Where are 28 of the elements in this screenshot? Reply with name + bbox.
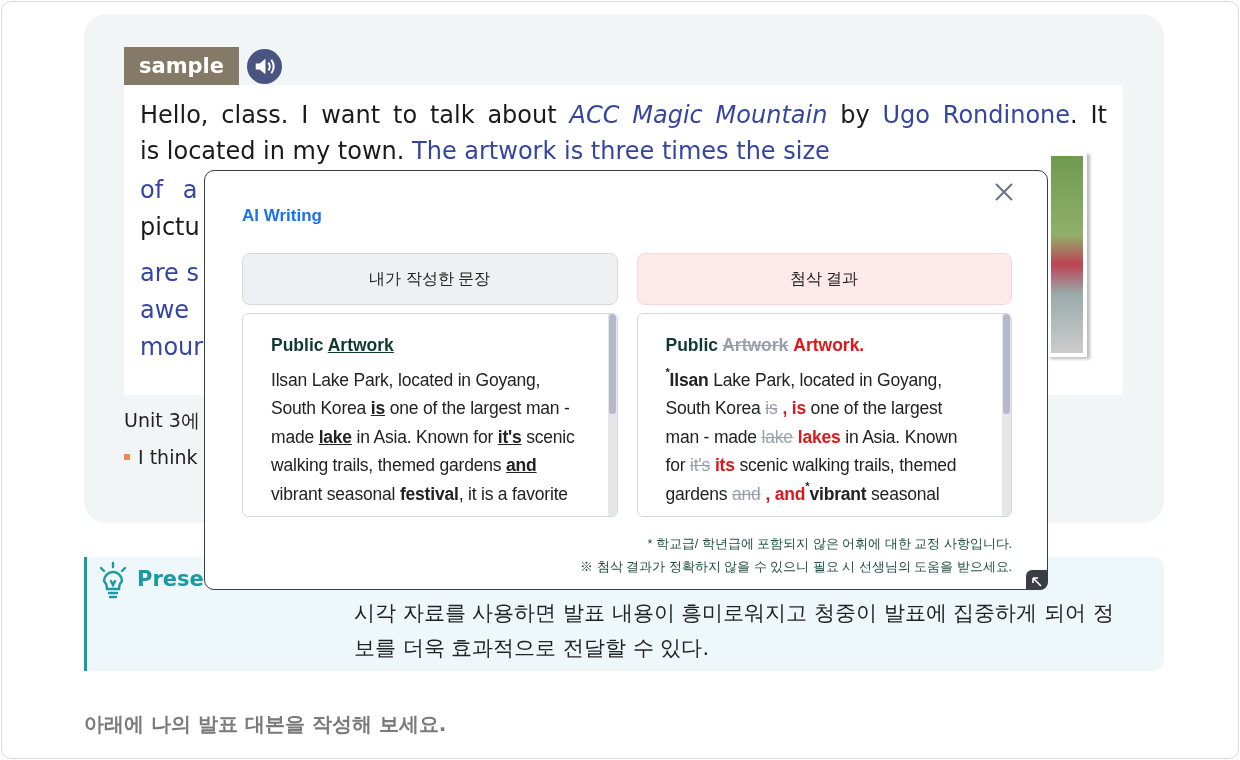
footnote: ※ 첨삭 결과가 정확하지 않을 수 있으니 필요 시 선생님의 도움을 받으세요. [579, 558, 1012, 576]
sample-label: sample [124, 47, 240, 85]
scrollbar-thumb[interactable] [1003, 313, 1010, 414]
lightbulb-icon [97, 561, 129, 599]
resize-handle[interactable] [1026, 569, 1048, 590]
panel-text: Ilsan Lake Park, located in Goyang, South Korea is one of the largest man - made lake in Asia. Known for it's scenic walking trails, themed gardens and vibrant seasonal festival, it is a favorite [271, 368, 576, 506]
passage-fragment: mour [140, 332, 204, 363]
speaker-icon[interactable] [247, 48, 283, 84]
bullet-icon [124, 453, 130, 460]
passage-line: Hello, class. I want to talk about ACC Magic Mountain by Ugo Rondinone. It [140, 100, 1107, 131]
dialog-title: AI Writing [242, 205, 323, 227]
unit-note: Unit 3에 [124, 408, 200, 433]
section-heading: Prese [137, 566, 204, 594]
column-header: 내가 작성한 문장 [242, 252, 618, 305]
passage-fragment: of a [140, 175, 198, 206]
passage-fragment: pictu [140, 212, 200, 243]
passage-fragment: awe [140, 295, 190, 326]
panel-heading: Public Artwork Artwork. [665, 333, 866, 357]
panel-text: *Ilsan Lake Park, located in Goyang, South Korea is , is one of the largest man - made lake lakes in Asia. Known for it's its scenic walking trails, themed gardens and , and*vibrant seasonal [665, 365, 959, 506]
instruction-text: 아래에 나의 발표 대본을 작성해 보세요. [84, 711, 448, 738]
footnote: * 학교급/ 학년급에 포함되지 않은 어휘에 대한 교정 사항입니다. [646, 535, 1012, 553]
tip-text: 시각 자료를 사용하면 발표 내용이 흥미로워지고 청중이 발표에 집중하게 되어 정보를 더욱 효과적으로 전달할 수 있다. [354, 600, 1114, 662]
panel-heading: Public Artwork [271, 333, 395, 357]
passage-line: is located in my town. The artwork is three times the size [140, 136, 831, 167]
bullet-text: I think [138, 444, 198, 470]
passage-fragment: are s [140, 258, 199, 289]
scrollbar-thumb[interactable] [608, 313, 616, 414]
column-header: 첨삭 결과 [636, 252, 1012, 305]
